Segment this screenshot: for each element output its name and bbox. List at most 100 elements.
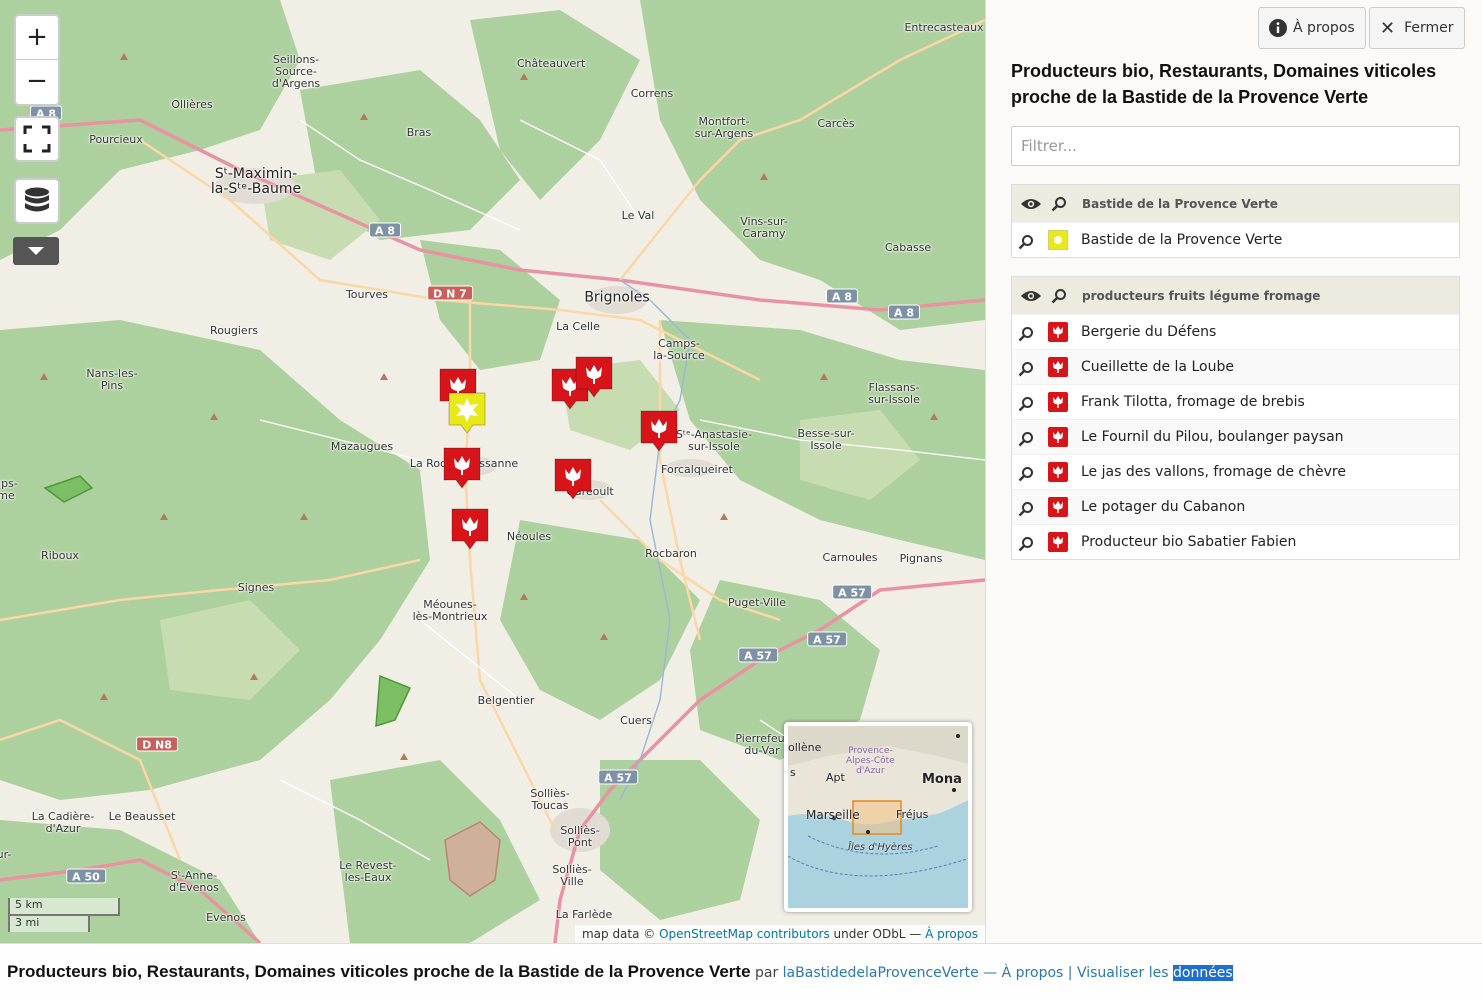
panel-title: Producteurs bio, Restaurants, Domaines v… — [1011, 61, 1437, 107]
footer-data-link[interactable]: données — [1173, 965, 1233, 981]
minimap[interactable]: ollène Provence- Alpes-Côte d'Azur Apt Mona Ma… — [784, 722, 972, 912]
list-item-label: Frank Tilotta, fromage de brebis — [1081, 394, 1305, 410]
list-item-label: Le jas des vallons, fromage de chèvre — [1081, 464, 1346, 480]
zoom-to-feature[interactable] — [1018, 230, 1040, 250]
zoom-to-feature[interactable] — [1018, 497, 1040, 517]
list-item[interactable]: Frank Tilotta, fromage de brebis — [1012, 384, 1459, 419]
minimap-label: Fréjus — [896, 808, 929, 821]
list-item[interactable]: Producteur bio Sabatier Fabien — [1012, 524, 1459, 559]
attribution-about-link[interactable]: À propos — [925, 927, 978, 941]
list-item-label: Le potager du Cabanon — [1081, 499, 1246, 515]
minimap-label: s — [790, 766, 796, 779]
footer-about-link[interactable]: À propos — [1002, 965, 1064, 981]
more-controls-button[interactable] — [13, 237, 59, 265]
minimap-label: ollène — [788, 741, 822, 754]
zoom-to-icon[interactable] — [1018, 396, 1034, 412]
layers-button[interactable] — [14, 178, 60, 224]
close-icon: ✕ — [1380, 17, 1396, 39]
minimap-label: Îles d'Hyères — [848, 842, 913, 853]
list-item-label: Producteur bio Sabatier Fabien — [1081, 534, 1297, 550]
marker-swatch-icon — [1048, 497, 1068, 517]
list-item[interactable]: Le Fournil du Pilou, boulanger paysan — [1012, 419, 1459, 454]
database-icon — [25, 187, 49, 212]
marker-swatch-icon — [1048, 532, 1068, 552]
footer-bar: Producteurs bio, Restaurants, Domaines v… — [0, 943, 1482, 1000]
zoom-to-feature[interactable] — [1018, 392, 1040, 412]
fullscreen-icon — [23, 125, 51, 153]
zoom-to-icon[interactable] — [1018, 326, 1034, 342]
layer-name: producteurs fruits légume fromage — [1082, 288, 1321, 303]
road-shield: A 50 — [66, 868, 106, 884]
road-shield: A 57 — [807, 631, 847, 647]
footer-view-link[interactable]: Visualiser les — [1077, 965, 1173, 981]
scale-mi: 3 mi — [8, 914, 90, 932]
eye-icon[interactable] — [1020, 289, 1042, 303]
eye-icon[interactable] — [1020, 197, 1042, 211]
marker-swatch-icon — [1048, 230, 1068, 250]
about-button-label: À propos — [1293, 20, 1355, 36]
list-item[interactable]: Le potager du Cabanon — [1012, 489, 1459, 524]
zoom-to-icon[interactable] — [1051, 288, 1067, 304]
road-shield: A 8 — [826, 288, 858, 304]
zoom-to-icon[interactable] — [1018, 361, 1034, 377]
map-view[interactable]: Seillons- Source-d'Argens Châteauvert Corre… — [0, 0, 985, 943]
toggle-visibility[interactable] — [1020, 197, 1042, 211]
marker-producteur[interactable] — [442, 446, 482, 490]
marker-producteur[interactable] — [639, 409, 679, 453]
layer-header: Bastide de la Provence Verte — [1012, 185, 1459, 222]
about-button[interactable]: À propos — [1258, 7, 1366, 49]
zoom-to-feature[interactable] — [1018, 532, 1040, 552]
zoom-to-layer[interactable] — [1051, 288, 1067, 304]
zoom-to-icon[interactable] — [1018, 466, 1034, 482]
layer-name: Bastide de la Provence Verte — [1082, 196, 1278, 211]
zoom-to-feature[interactable] — [1018, 357, 1040, 377]
osm-link[interactable]: OpenStreetMap contributors — [659, 927, 830, 941]
minimap-label: Marseille — [806, 808, 860, 822]
road-shield: A 57 — [738, 647, 778, 663]
marker-producteur[interactable] — [450, 507, 490, 551]
zoom-control: + − — [14, 14, 60, 106]
zoom-to-icon[interactable] — [1018, 536, 1034, 552]
marker-swatch-icon — [1048, 462, 1068, 482]
caret-down-icon — [28, 247, 44, 255]
zoom-to-icon[interactable] — [1018, 431, 1034, 447]
road-shield: A 8 — [369, 222, 401, 238]
list-item-label: Bastide de la Provence Verte — [1081, 232, 1283, 248]
zoom-to-feature[interactable] — [1018, 427, 1040, 447]
zoom-to-feature[interactable] — [1018, 322, 1040, 342]
list-item-label: Bergerie du Défens — [1081, 324, 1217, 340]
marker-swatch-icon — [1048, 322, 1068, 342]
zoom-in-button[interactable]: + — [16, 16, 58, 60]
zoom-to-icon[interactable] — [1018, 501, 1034, 517]
close-button[interactable]: ✕ Fermer — [1369, 7, 1465, 49]
layer-group: Bastide de la Provence Verte Bastide de l… — [1011, 184, 1460, 258]
list-item[interactable]: Cueillette de la Loube — [1012, 349, 1459, 384]
fullscreen-button[interactable] — [14, 116, 60, 162]
marker-swatch-icon — [1048, 357, 1068, 377]
footer-author-link[interactable]: laBastidedelaProvenceVerte — [783, 965, 979, 981]
list-item[interactable]: Bergerie du Défens — [1012, 314, 1459, 349]
minimap-label: Apt — [826, 771, 845, 784]
info-icon — [1269, 19, 1287, 37]
layer-group: producteurs fruits légume fromage Bergeri… — [1011, 276, 1460, 560]
zoom-to-feature[interactable] — [1018, 462, 1040, 482]
scale-bar: 5 km 3 mi — [8, 898, 120, 932]
close-button-label: Fermer — [1404, 20, 1454, 36]
filter-input[interactable] — [1011, 126, 1460, 166]
marker-bastide[interactable] — [447, 391, 487, 435]
attribution-prefix: map data © — [581, 927, 660, 941]
footer-by: par — [750, 965, 783, 981]
zoom-to-icon[interactable] — [1018, 234, 1034, 250]
footer-title: Producteurs bio, Restaurants, Domaines v… — [7, 962, 751, 981]
road-shield: A 57 — [598, 769, 638, 785]
map-attribution: map data © OpenStreetMap contributors un… — [574, 925, 985, 943]
zoom-out-button[interactable]: − — [16, 60, 58, 104]
zoom-to-layer[interactable] — [1051, 196, 1067, 212]
list-item[interactable]: Le jas des vallons, fromage de chèvre — [1012, 454, 1459, 489]
road-shield: D N8 — [136, 736, 178, 752]
zoom-to-icon[interactable] — [1051, 196, 1067, 212]
toggle-visibility[interactable] — [1020, 289, 1042, 303]
marker-producteur[interactable] — [553, 457, 593, 501]
marker-producteur[interactable] — [574, 355, 614, 399]
list-item[interactable]: Bastide de la Provence Verte — [1012, 222, 1459, 257]
